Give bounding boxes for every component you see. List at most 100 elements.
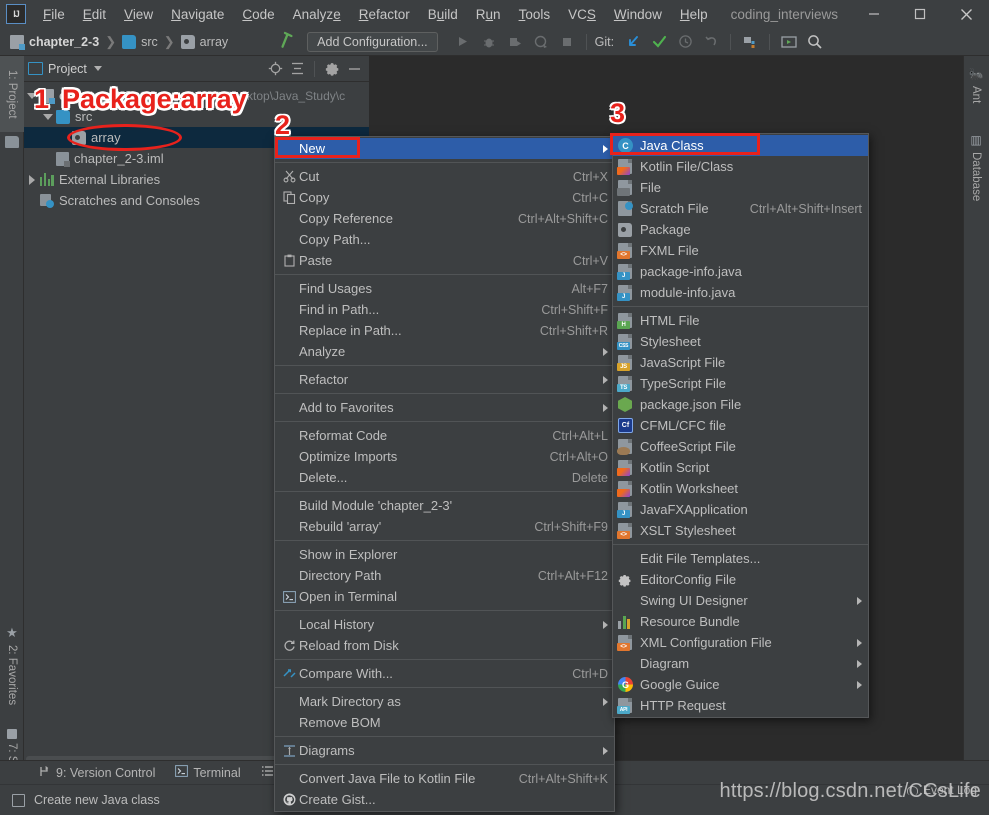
context-menu-item-refactor[interactable]: Refactor bbox=[275, 369, 614, 390]
menu-view[interactable]: View bbox=[115, 4, 162, 25]
breadcrumb-src[interactable]: src bbox=[120, 34, 160, 49]
history-icon[interactable] bbox=[672, 31, 698, 53]
run-icon[interactable] bbox=[450, 31, 476, 53]
menu-help[interactable]: Help bbox=[671, 4, 717, 25]
rollback-icon[interactable] bbox=[698, 31, 724, 53]
submenu-item-diagram[interactable]: Diagram bbox=[613, 653, 868, 674]
context-menu-item-convert-java-to-kotlin[interactable]: Convert Java File to Kotlin File Ctrl+Al… bbox=[275, 768, 614, 789]
close-button[interactable] bbox=[943, 0, 989, 28]
twisty-expanded-icon[interactable] bbox=[24, 92, 40, 99]
profiler-icon[interactable] bbox=[528, 31, 554, 53]
sidebar-item-favorites[interactable]: ★ 2: Favorites bbox=[0, 616, 24, 714]
submenu-item-package-json-file[interactable]: package.json File bbox=[613, 394, 868, 415]
menu-code[interactable]: Code bbox=[233, 4, 283, 25]
menu-navigate[interactable]: Navigate bbox=[162, 4, 233, 25]
submenu-item-module-info-java[interactable]: J module-info.java bbox=[613, 282, 868, 303]
submenu-item-package[interactable]: Package bbox=[613, 219, 868, 240]
context-menu-item-find-usages[interactable]: Find Usages Alt+F7 bbox=[275, 278, 614, 299]
context-menu-item-build-module[interactable]: Build Module 'chapter_2-3' bbox=[275, 495, 614, 516]
submenu-item-stylesheet[interactable]: CSS Stylesheet bbox=[613, 331, 868, 352]
context-menu-item-rebuild[interactable]: Rebuild 'array' Ctrl+Shift+F9 bbox=[275, 516, 614, 537]
submenu-item-resource-bundle[interactable]: Resource Bundle bbox=[613, 611, 868, 632]
menu-vcs[interactable]: VCS bbox=[559, 4, 605, 25]
context-menu-item-copy-path[interactable]: Copy Path... bbox=[275, 229, 614, 250]
context-menu-item-optimize-imports[interactable]: Optimize Imports Ctrl+Alt+O bbox=[275, 446, 614, 467]
run-with-coverage-icon[interactable] bbox=[502, 31, 528, 53]
submenu-item-typescript-file[interactable]: TS TypeScript File bbox=[613, 373, 868, 394]
terminal-run-icon[interactable] bbox=[776, 31, 802, 53]
menu-run[interactable]: Run bbox=[467, 4, 510, 25]
collapse-all-icon[interactable] bbox=[286, 58, 308, 80]
tree-row[interactable]: chapter_2-3 C:\Users\12971\Desktop\Java_… bbox=[24, 85, 369, 106]
context-menu-item-reformat-code[interactable]: Reformat Code Ctrl+Alt+L bbox=[275, 425, 614, 446]
menu-build[interactable]: Build bbox=[419, 4, 467, 25]
gear-icon[interactable] bbox=[321, 58, 343, 80]
submenu-item-scratch-file[interactable]: Scratch File Ctrl+Alt+Shift+Insert bbox=[613, 198, 868, 219]
submenu-item-xslt-stylesheet[interactable]: <> XSLT Stylesheet bbox=[613, 520, 868, 541]
submenu-item-package-info-java[interactable]: J package-info.java bbox=[613, 261, 868, 282]
submenu-item-cfml-cfc-file[interactable]: Cf CFML/CFC file bbox=[613, 415, 868, 436]
context-menu-item-show-in-explorer[interactable]: Show in Explorer bbox=[275, 544, 614, 565]
menu-file[interactable]: File bbox=[34, 4, 74, 25]
minimize-button[interactable] bbox=[851, 0, 897, 28]
menu-tools[interactable]: Tools bbox=[510, 4, 560, 25]
search-everywhere-icon[interactable] bbox=[802, 31, 828, 53]
submenu-item-editorconfig-file[interactable]: EditorConfig File bbox=[613, 569, 868, 590]
menu-window[interactable]: Window bbox=[605, 4, 671, 25]
submenu-item-javascript-file[interactable]: JS JavaScript File bbox=[613, 352, 868, 373]
context-menu-item-new[interactable]: New bbox=[275, 138, 614, 159]
context-menu-item-cut[interactable]: Cut Ctrl+X bbox=[275, 166, 614, 187]
context-menu-item-directory-path[interactable]: Directory Path Ctrl+Alt+F12 bbox=[275, 565, 614, 586]
project-structure-icon[interactable] bbox=[737, 31, 763, 53]
context-menu-item-mark-directory-as[interactable]: Mark Directory as bbox=[275, 691, 614, 712]
submenu-item-http-request[interactable]: API HTTP Request bbox=[613, 695, 868, 716]
context-menu-item-delete[interactable]: Delete... Delete bbox=[275, 467, 614, 488]
tree-row[interactable]: src bbox=[24, 106, 369, 127]
hammer-icon[interactable] bbox=[275, 29, 298, 55]
submenu-item-google-guice[interactable]: G Google Guice bbox=[613, 674, 868, 695]
breadcrumb-module[interactable]: chapter_2-3 bbox=[8, 34, 101, 50]
twisty-expanded-icon[interactable] bbox=[40, 113, 56, 120]
breadcrumb-array[interactable]: array bbox=[179, 34, 230, 49]
context-menu-item-copy[interactable]: Copy Ctrl+C bbox=[275, 187, 614, 208]
sidebar-item-ant[interactable]: 🐜 Ant bbox=[963, 62, 989, 116]
submenu-item-coffeescript-file[interactable]: CoffeeScript File bbox=[613, 436, 868, 457]
context-menu-item-create-gist[interactable]: Create Gist... bbox=[275, 789, 614, 810]
scroll-from-source-icon[interactable] bbox=[264, 58, 286, 80]
submenu-item-edit-file-templates[interactable]: Edit File Templates... bbox=[613, 548, 868, 569]
update-project-icon[interactable] bbox=[620, 31, 646, 53]
context-menu-item-diagrams[interactable]: Diagrams bbox=[275, 740, 614, 761]
bottom-item-version-control[interactable]: 9: Version Control bbox=[28, 765, 165, 781]
menu-analyze[interactable]: Analyze bbox=[284, 4, 350, 25]
twisty-collapsed-icon[interactable] bbox=[24, 174, 40, 185]
commit-icon[interactable] bbox=[646, 31, 672, 53]
context-menu-item-add-to-favorites[interactable]: Add to Favorites bbox=[275, 397, 614, 418]
context-menu-item-replace-in-path[interactable]: Replace in Path... Ctrl+Shift+R bbox=[275, 320, 614, 341]
submenu-item-java-class[interactable]: C Java Class bbox=[613, 135, 868, 156]
submenu-item-file[interactable]: File bbox=[613, 177, 868, 198]
submenu-item-xml-configuration-file[interactable]: <> XML Configuration File bbox=[613, 632, 868, 653]
submenu-item-fxml-file[interactable]: <> FXML File bbox=[613, 240, 868, 261]
maximize-button[interactable] bbox=[897, 0, 943, 28]
context-menu-item-local-history[interactable]: Local History bbox=[275, 614, 614, 635]
context-menu-item-reload-from-disk[interactable]: Reload from Disk bbox=[275, 635, 614, 656]
context-menu-item-find-in-path[interactable]: Find in Path... Ctrl+Shift+F bbox=[275, 299, 614, 320]
submenu-item-kotlin-file-class[interactable]: Kotlin File/Class bbox=[613, 156, 868, 177]
context-menu-item-copy-reference[interactable]: Copy Reference Ctrl+Alt+Shift+C bbox=[275, 208, 614, 229]
submenu-item-swing-ui-designer[interactable]: Swing UI Designer bbox=[613, 590, 868, 611]
context-menu-item-analyze[interactable]: Analyze bbox=[275, 341, 614, 362]
sidebar-item-project[interactable]: 1: Project bbox=[0, 56, 24, 132]
chevron-down-icon[interactable] bbox=[93, 66, 102, 71]
add-configuration-button[interactable]: Add Configuration... bbox=[307, 31, 438, 52]
menu-edit[interactable]: Edit bbox=[74, 4, 115, 25]
submenu-item-html-file[interactable]: H HTML File bbox=[613, 310, 868, 331]
sidebar-item-database[interactable]: ▥ Database bbox=[963, 128, 989, 224]
bottom-item-terminal[interactable]: Terminal bbox=[165, 765, 250, 780]
context-menu-item-compare-with[interactable]: Compare With... Ctrl+D bbox=[275, 663, 614, 684]
submenu-item-kotlin-script[interactable]: Kotlin Script bbox=[613, 457, 868, 478]
context-menu-item-open-in-terminal[interactable]: Open in Terminal bbox=[275, 586, 614, 607]
hide-icon[interactable] bbox=[343, 58, 365, 80]
context-menu-item-paste[interactable]: Paste Ctrl+V bbox=[275, 250, 614, 271]
debug-icon[interactable] bbox=[476, 31, 502, 53]
stop-icon[interactable] bbox=[554, 31, 580, 53]
